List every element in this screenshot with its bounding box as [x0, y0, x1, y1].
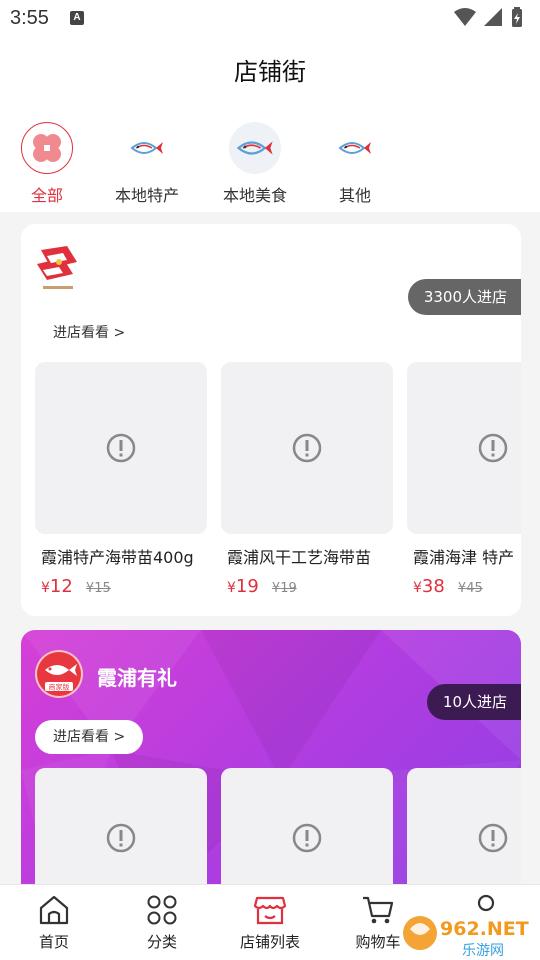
tab-categories[interactable]: 分类	[108, 893, 216, 952]
category-tab-all[interactable]: 全部	[0, 122, 102, 206]
price-row: ¥19 ¥19	[221, 576, 393, 597]
product-card[interactable]: 霞浦特产海带苗400g ¥12 ¥15	[35, 362, 207, 597]
shop-name: 霞浦有礼	[97, 666, 177, 690]
tab-label: 分类	[146, 933, 177, 951]
price: ¥38	[413, 576, 445, 597]
notification-a-icon: A	[70, 11, 84, 25]
category-label: 全部	[30, 186, 63, 205]
tab-label: 首页	[38, 933, 69, 951]
site-watermark-logo: 962.NET 乐游网	[403, 916, 529, 959]
product-card[interactable]: 霞浦风干工艺海带苗 ¥19 ¥19	[221, 362, 393, 597]
grid-icon	[108, 893, 216, 927]
fish-icon	[329, 122, 381, 174]
shop-icon	[216, 893, 324, 927]
svg-text:乐游网: 乐游网	[462, 943, 504, 959]
enter-shop-button[interactable]: 进店看看 >	[35, 720, 144, 754]
image-placeholder	[221, 362, 393, 534]
svg-text:962.NET: 962.NET	[440, 918, 529, 940]
price-row: ¥12 ¥15	[35, 576, 207, 597]
category-tabs: 全部 本地特产 本地美食 其他	[0, 100, 540, 212]
product-name: 霞浦风干工艺海带苗	[227, 548, 372, 567]
home-icon	[0, 893, 108, 927]
alert-icon	[478, 823, 508, 853]
category-tab-local-specialty[interactable]: 本地特产	[92, 122, 202, 206]
category-tab-local-food[interactable]: 本地美食	[200, 122, 310, 206]
image-placeholder	[35, 362, 207, 534]
price: ¥19	[227, 576, 259, 597]
shop-card[interactable]: 3300人进店 进店看看 > 霞浦特产海带苗400g ¥12 ¥15 霞浦风干工…	[21, 224, 521, 616]
image-placeholder	[407, 362, 521, 534]
alert-icon	[106, 823, 136, 853]
tab-shop-list[interactable]: 店铺列表	[216, 893, 324, 952]
alert-icon	[292, 433, 322, 463]
shop-logo	[33, 242, 85, 298]
price-row: ¥38 ¥45	[407, 576, 521, 597]
category-label: 其他	[338, 186, 371, 205]
tab-home[interactable]: 首页	[0, 893, 108, 952]
product-card[interactable]: 霞浦海津 特产 ¥38 ¥45	[407, 362, 521, 597]
category-tab-other[interactable]: 其他	[300, 122, 410, 206]
tab-label: 店铺列表	[239, 933, 300, 951]
original-price: ¥15	[85, 581, 111, 596]
svg-text:商家版: 商家版	[49, 683, 70, 692]
fish-icon	[229, 122, 281, 174]
price: ¥12	[41, 576, 73, 597]
shop-logo: 商家版	[35, 650, 83, 698]
all-categories-icon	[21, 122, 73, 174]
status-time: 3:55	[10, 7, 49, 29]
header: 店铺街	[0, 36, 540, 100]
enter-shop-link[interactable]: 进店看看 >	[53, 322, 125, 342]
status-bar: 3:55 A	[0, 0, 540, 36]
original-price: ¥19	[271, 581, 297, 596]
original-price: ¥45	[457, 581, 483, 596]
category-label: 本地特产	[114, 186, 179, 205]
product-name: 霞浦海津 特产	[413, 548, 515, 567]
system-icons	[452, 6, 532, 34]
page-title: 店铺街	[234, 58, 306, 86]
alert-icon	[292, 823, 322, 853]
product-name: 霞浦特产海带苗400g	[41, 548, 194, 567]
visit-count-badge: 10人进店	[426, 684, 521, 720]
alert-icon	[106, 433, 136, 463]
alert-icon	[478, 433, 508, 463]
wifi-signal-battery-icon	[454, 7, 522, 27]
fish-icon	[121, 122, 173, 174]
visit-count-badge: 3300人进店	[407, 279, 521, 315]
category-label: 本地美食	[222, 186, 287, 205]
